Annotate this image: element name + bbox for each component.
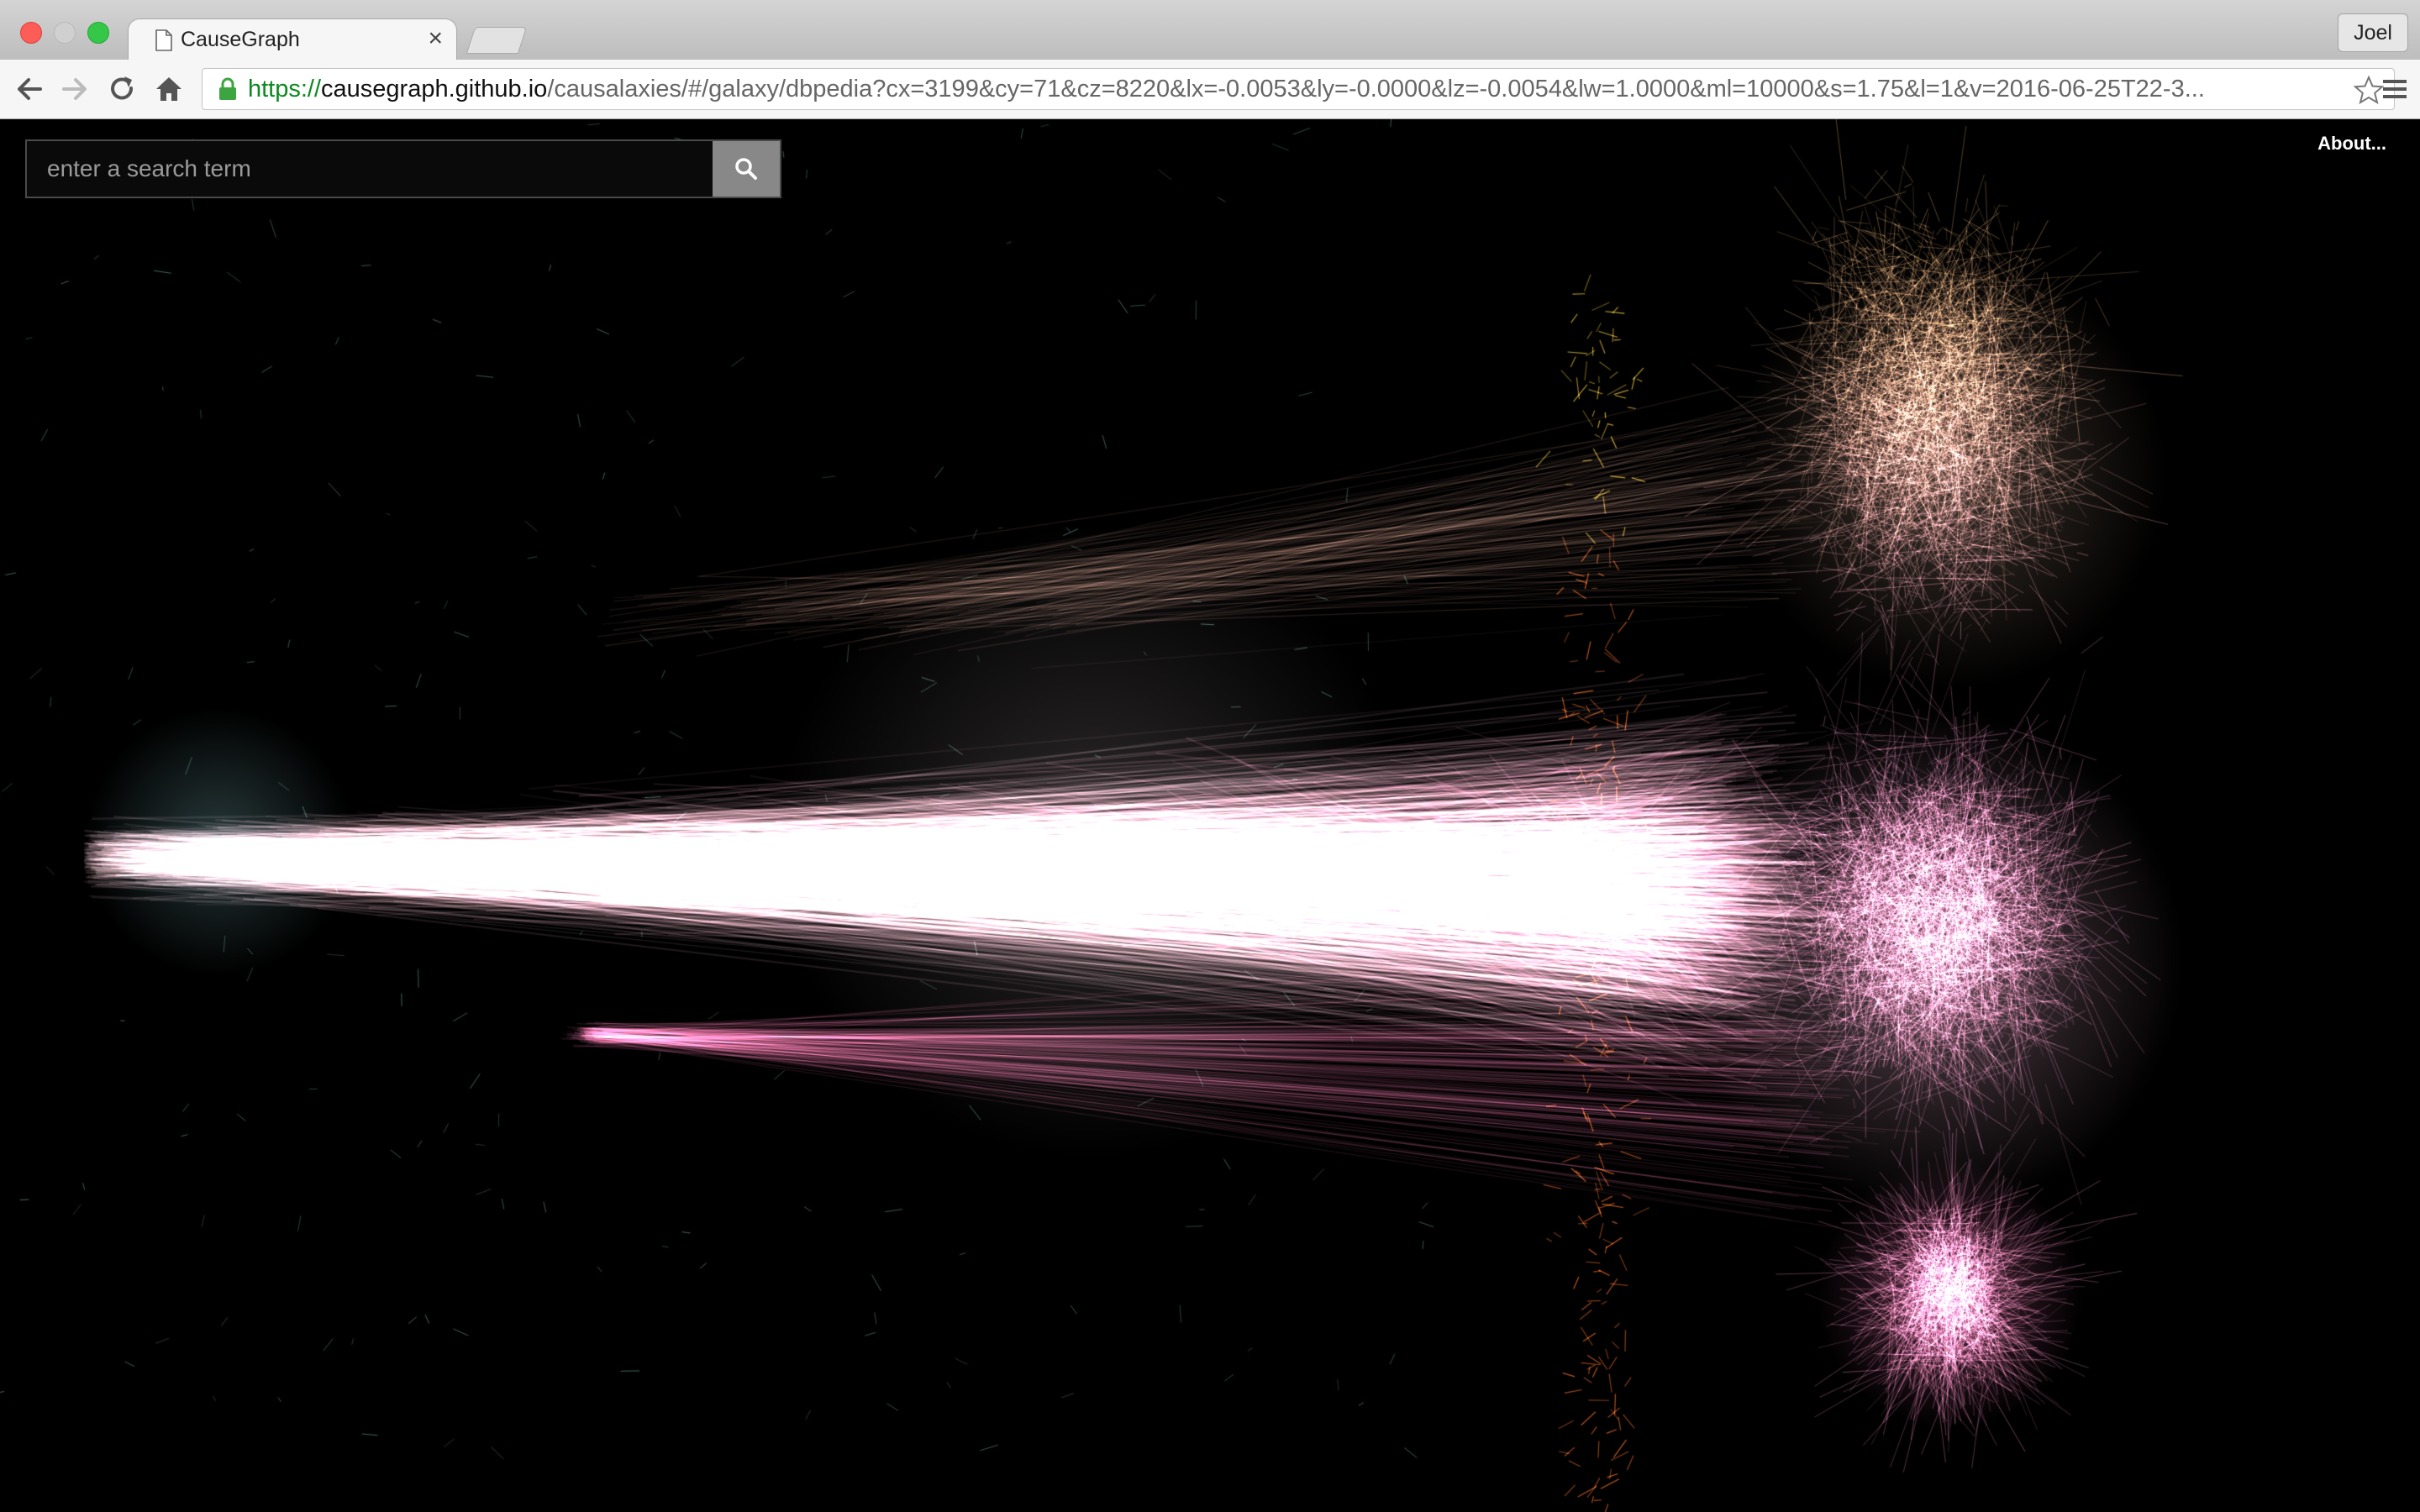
- menu-icon[interactable]: [2381, 75, 2408, 103]
- address-bar[interactable]: https://causegraph.github.io/causalaxies…: [202, 68, 2395, 110]
- window-zoom-button[interactable]: [87, 22, 109, 44]
- url-host: causegraph.github.io: [321, 75, 548, 102]
- search-input[interactable]: [27, 141, 714, 197]
- reload-icon[interactable]: [104, 71, 139, 107]
- back-icon[interactable]: [12, 71, 47, 107]
- about-link[interactable]: About...: [2317, 133, 2386, 155]
- search-icon: [735, 158, 757, 180]
- tab-title: CauseGraph: [181, 28, 300, 51]
- url-text: https://causegraph.github.io/causalaxies…: [248, 76, 2307, 103]
- profile-button[interactable]: Joel: [2338, 13, 2408, 52]
- window-close-button[interactable]: [20, 22, 42, 44]
- search-box: [25, 139, 781, 198]
- browser-toolbar: https://causegraph.github.io/causalaxies…: [0, 60, 2420, 119]
- tab-causegraph[interactable]: CauseGraph ×: [128, 18, 457, 61]
- tab-close-icon[interactable]: ×: [428, 26, 443, 51]
- url-scheme: https://: [248, 75, 322, 102]
- new-tab-button[interactable]: [466, 27, 528, 54]
- search-button[interactable]: [713, 141, 780, 197]
- galaxy-page: About...: [0, 119, 2420, 1512]
- page-icon: [155, 29, 172, 51]
- window-minimize-button[interactable]: [54, 22, 76, 44]
- forward-icon[interactable]: [57, 71, 92, 107]
- tab-strip: CauseGraph × Joel: [0, 0, 2420, 61]
- star-icon[interactable]: [2354, 76, 2384, 104]
- lock-icon: [219, 77, 236, 100]
- home-icon[interactable]: [151, 71, 187, 107]
- galaxy-visualization[interactable]: [0, 119, 2420, 1512]
- url-path: /causalaxies/#/galaxy/dbpedia?cx=3199&cy…: [547, 75, 2205, 102]
